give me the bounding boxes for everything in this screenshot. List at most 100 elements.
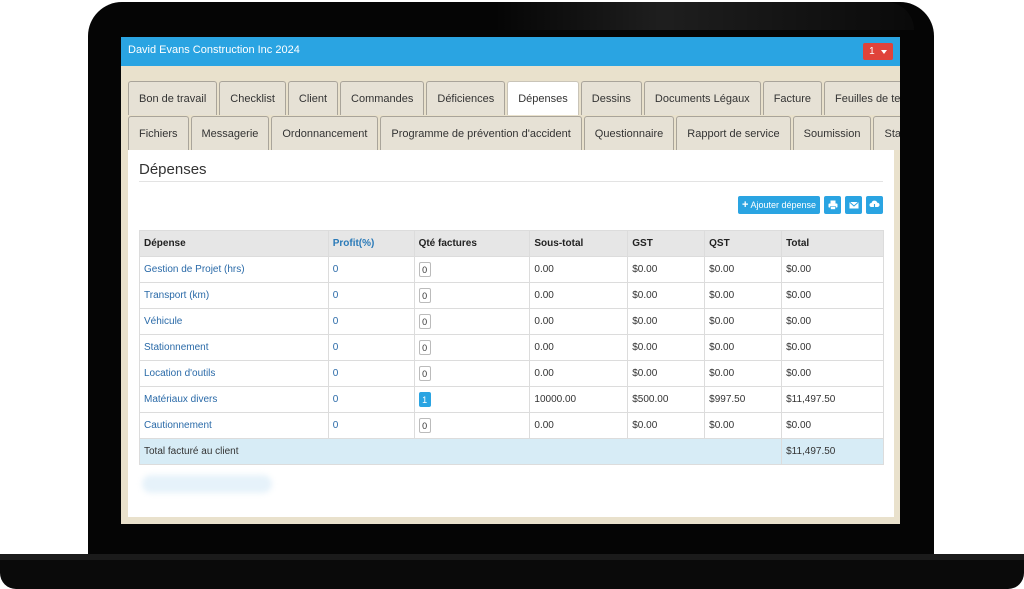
tab-depenses[interactable]: Dépenses xyxy=(507,81,579,115)
notification-count: 1 xyxy=(869,46,875,57)
qty-invoices-badge[interactable]: 1 xyxy=(418,392,431,407)
total-cell: $11,497.50 xyxy=(781,386,884,413)
subtotal-cell: 0.00 xyxy=(529,412,629,439)
expense-name-link[interactable]: Gestion de Projet (hrs) xyxy=(139,256,329,283)
expense-name-link[interactable]: Stationnement xyxy=(139,334,329,361)
tab-messagerie[interactable]: Messagerie xyxy=(190,116,270,150)
tab-programme-de-prevention-d-accident[interactable]: Programme de prévention d'accident xyxy=(380,116,582,150)
table-header-row: Dépense Profit(%) Qté factures Sous-tota… xyxy=(139,230,884,257)
qst-cell: $0.00 xyxy=(704,282,783,309)
cloud-download-icon xyxy=(869,200,880,210)
total-label: Total facturé au client xyxy=(138,438,783,465)
tab-statistiques[interactable]: Statistiques xyxy=(873,116,900,150)
laptop-ridge xyxy=(0,554,1024,560)
caret-down-icon xyxy=(880,49,887,54)
qty-invoices-cell: 0 xyxy=(413,334,531,361)
tab-soumission[interactable]: Soumission xyxy=(792,116,872,150)
add-expense-button[interactable]: + Ajouter dépense xyxy=(738,196,820,214)
qty-invoices-badge[interactable]: 0 xyxy=(418,418,431,433)
expenses-table: Dépense Profit(%) Qté factures Sous-tota… xyxy=(138,230,884,465)
tab-dessins[interactable]: Dessins xyxy=(580,81,642,115)
total-cell: $0.00 xyxy=(781,360,884,387)
qty-invoices-badge[interactable]: 0 xyxy=(418,262,431,277)
table-row: Cautionnement 0 0 0.00 $0.00 $0.00 $0.00 xyxy=(139,412,884,439)
qst-cell: $997.50 xyxy=(704,386,783,413)
app-titlebar: David Evans Construction Inc 2024 1 xyxy=(121,37,900,66)
qty-invoices-badge[interactable]: 0 xyxy=(418,288,431,303)
table-row: Location d'outils 0 0 0.00 $0.00 $0.00 $0.00 xyxy=(139,360,884,387)
tab-checklist[interactable]: Checklist xyxy=(219,81,286,115)
blurred-placeholder xyxy=(142,475,272,493)
expenses-panel: Dépenses + Ajouter dépense Dépense Profi… xyxy=(128,150,894,517)
expense-name-link[interactable]: Véhicule xyxy=(139,308,329,335)
profit-value-link[interactable]: 0 xyxy=(327,360,415,387)
print-icon xyxy=(828,200,837,210)
expense-name-link[interactable]: Location d'outils xyxy=(139,360,329,387)
table-row: Matériaux divers 0 1 10000.00 $500.00 $997.50… xyxy=(139,386,884,413)
subtotal-cell: 0.00 xyxy=(529,334,629,361)
print-button[interactable] xyxy=(824,196,841,214)
notification-dropdown[interactable]: 1 xyxy=(863,43,893,60)
tab-fichiers[interactable]: Fichiers xyxy=(128,116,189,150)
col-header-total: Total xyxy=(781,230,884,257)
qty-invoices-cell: 1 xyxy=(413,386,531,413)
qty-invoices-cell: 0 xyxy=(413,256,531,283)
screen-glare xyxy=(494,2,914,30)
tab-facture[interactable]: Facture xyxy=(762,81,822,115)
profit-value-link[interactable]: 0 xyxy=(327,334,415,361)
subtotal-cell: 0.00 xyxy=(529,360,629,387)
qst-cell: $0.00 xyxy=(704,308,783,335)
total-cell: $0.00 xyxy=(781,334,884,361)
qty-invoices-badge[interactable]: 0 xyxy=(418,366,431,381)
profit-value-link[interactable]: 0 xyxy=(327,412,415,439)
gst-cell: $0.00 xyxy=(627,412,706,439)
qst-cell: $0.00 xyxy=(704,256,783,283)
expense-name-link[interactable]: Cautionnement xyxy=(139,412,329,439)
qst-cell: $0.00 xyxy=(704,334,783,361)
laptop-base xyxy=(0,554,1024,589)
total-value: $11,497.50 xyxy=(781,438,884,465)
tab-client[interactable]: Client xyxy=(287,81,339,115)
tab-rapport-de-service[interactable]: Rapport de service xyxy=(676,116,791,150)
page-title: Dépenses xyxy=(139,161,207,178)
profit-value-link[interactable]: 0 xyxy=(327,386,415,413)
total-cell: $0.00 xyxy=(781,308,884,335)
qst-cell: $0.00 xyxy=(704,360,783,387)
table-body: Gestion de Projet (hrs) 0 0 0.00 $0.00 $0.00 $… xyxy=(139,256,884,439)
col-header-subtotal: Sous-total xyxy=(529,230,629,257)
qty-invoices-cell: 0 xyxy=(413,282,531,309)
gst-cell: $0.00 xyxy=(627,334,706,361)
subtotal-cell: 10000.00 xyxy=(529,386,629,413)
download-button[interactable] xyxy=(866,196,883,214)
profit-value-link[interactable]: 0 xyxy=(327,282,415,309)
subtotal-cell: 0.00 xyxy=(529,282,629,309)
profit-value-link[interactable]: 0 xyxy=(327,308,415,335)
tab-deficiences[interactable]: Déficiences xyxy=(426,81,506,115)
tab-questionnaire[interactable]: Questionnaire xyxy=(583,116,675,150)
qst-cell: $0.00 xyxy=(704,412,783,439)
table-row: Stationnement 0 0 0.00 $0.00 $0.00 $0.00 xyxy=(139,334,884,361)
qty-invoices-badge[interactable]: 0 xyxy=(418,314,431,329)
tab-bon-de-travail[interactable]: Bon de travail xyxy=(128,81,218,115)
expense-name-link[interactable]: Transport (km) xyxy=(139,282,329,309)
col-header-profit[interactable]: Profit(%) xyxy=(327,230,415,257)
gst-cell: $0.00 xyxy=(627,282,706,309)
email-button[interactable] xyxy=(845,196,862,214)
table-row: Gestion de Projet (hrs) 0 0 0.00 $0.00 $0.00 $… xyxy=(139,256,884,283)
tab-documents-legaux[interactable]: Documents Légaux xyxy=(643,81,761,115)
col-header-qst: QST xyxy=(704,230,783,257)
tabs-row-1: Bon de travail Checklist Client Commandes Dé… xyxy=(128,81,900,115)
col-header-gst: GST xyxy=(627,230,706,257)
tab-commandes[interactable]: Commandes xyxy=(340,81,425,115)
table-row: Véhicule 0 0 0.00 $0.00 $0.00 $0.00 xyxy=(139,308,884,335)
tab-feuilles-de-temps[interactable]: Feuilles de temps xyxy=(823,81,900,115)
qty-invoices-badge[interactable]: 0 xyxy=(418,340,431,355)
total-cell: $0.00 xyxy=(781,256,884,283)
profit-value-link[interactable]: 0 xyxy=(327,256,415,283)
table-row: Transport (km) 0 0 0.00 $0.00 $0.00 $0.00 xyxy=(139,282,884,309)
tab-ordonnancement[interactable]: Ordonnancement xyxy=(271,116,379,150)
qty-invoices-cell: 0 xyxy=(413,412,531,439)
col-header-expense: Dépense xyxy=(139,230,329,257)
expense-name-link[interactable]: Matériaux divers xyxy=(139,386,329,413)
gst-cell: $500.00 xyxy=(627,386,706,413)
